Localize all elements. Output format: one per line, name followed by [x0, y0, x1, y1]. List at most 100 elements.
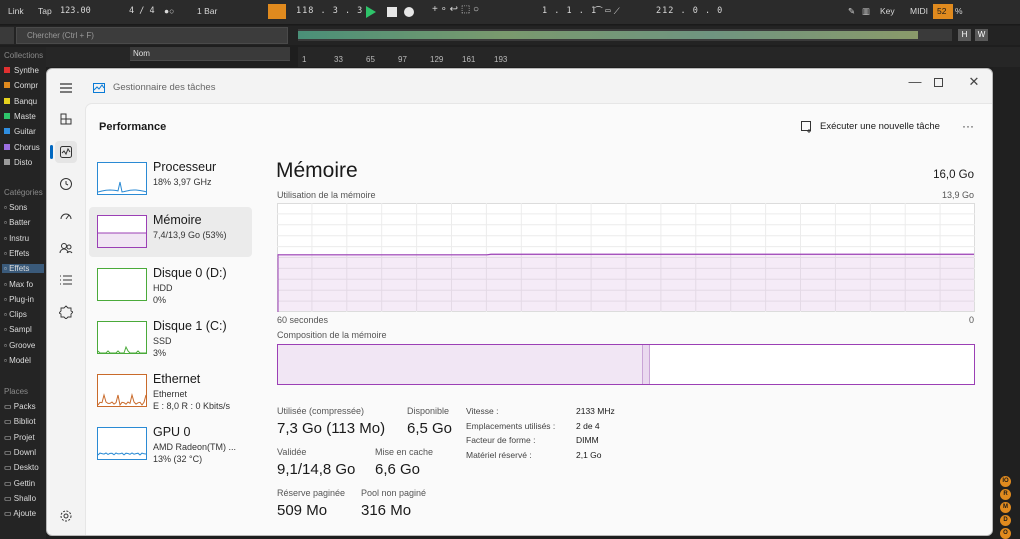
place-item[interactable]: ▭ Gettin [4, 479, 35, 488]
category-item[interactable]: ▫ Clips [4, 310, 27, 319]
maximize-button[interactable] [925, 72, 951, 92]
category-item[interactable]: ▫ Plug-in [4, 295, 34, 304]
track-badge[interactable]: D [1000, 515, 1011, 526]
detail-value: DIMM [576, 435, 599, 445]
play-icon[interactable] [366, 6, 376, 18]
cpu-thumbnail-line [98, 181, 146, 193]
loop-start-field[interactable]: 1 . 1 . 1 [542, 6, 597, 16]
detail-key: Emplacements utilisés : [466, 420, 556, 431]
place-item[interactable]: ▭ Bibliot [4, 417, 36, 426]
track-badge[interactable]: M [1000, 502, 1011, 513]
tap-button[interactable]: Tap [38, 6, 52, 16]
sidebar-item-memory[interactable]: Mémoire 7,4/13,9 Go (53%) [89, 207, 252, 257]
cached-value: 6,6 Go [375, 461, 421, 478]
place-label: Ajoute [13, 509, 37, 519]
quantize-select[interactable]: 1 Bar [197, 6, 217, 16]
folder-icon: ▭ [4, 463, 14, 473]
category-label: Batter [9, 218, 31, 228]
track-badge[interactable]: R [1000, 489, 1011, 500]
browser-toggle-icon[interactable] [0, 27, 14, 44]
page-title: Performance [99, 121, 167, 133]
category-item[interactable]: ▫ Modèl [4, 356, 31, 365]
category-label: Effets [9, 264, 30, 274]
link-button[interactable]: Link [8, 6, 24, 16]
collection-item[interactable]: Guitar [4, 127, 36, 136]
nav-services[interactable] [55, 301, 77, 323]
key-map-button[interactable]: Key [880, 6, 895, 16]
services-icon [59, 305, 73, 319]
folder-icon: ▭ [4, 417, 14, 427]
collection-item[interactable]: Disto [4, 158, 32, 167]
midi-map-button[interactable]: MIDI [910, 6, 928, 16]
available-label: Disponible [407, 406, 450, 416]
draw-mode-icon[interactable]: ✎ [848, 6, 855, 17]
place-item[interactable]: ▭ Deskto [4, 463, 39, 472]
run-new-task-button[interactable]: Exécuter une nouvelle tâche [801, 118, 951, 138]
loop-icon[interactable]: ⏜ ▭ ⟋ [594, 6, 620, 17]
more-options-button[interactable]: ··· [962, 119, 974, 133]
app-title: Gestionnaire des tâches [113, 82, 216, 93]
collection-item[interactable]: Banqu [4, 97, 37, 106]
collection-item[interactable]: Chorus [4, 143, 40, 152]
browser-search-input[interactable]: Chercher (Ctrl + F) [16, 27, 288, 44]
nav-settings[interactable] [55, 505, 77, 527]
category-item[interactable]: ▫ Batter [4, 218, 30, 227]
composition-modified [643, 345, 651, 384]
time-signature-field[interactable]: 4 / 4 [129, 6, 155, 16]
nav-users[interactable] [55, 237, 77, 259]
sidebar-item-cpu[interactable]: Processeur 18% 3,97 GHz [89, 154, 252, 204]
navigation-rail [47, 69, 85, 535]
category-item[interactable]: ▫ Effets [2, 264, 44, 274]
follow-button[interactable] [268, 4, 286, 19]
arrangement-position[interactable]: 118 . 3 . 3 [296, 6, 363, 16]
loop-length-field[interactable]: 212 . 0 . 0 [656, 6, 723, 16]
collection-label: Guitar [14, 127, 36, 137]
nav-details[interactable] [55, 269, 77, 291]
category-item[interactable]: ▫ Groove [4, 341, 35, 350]
category-item[interactable]: ▫ Sons [4, 203, 27, 212]
performance-icon [60, 146, 72, 158]
nav-active-indicator [50, 145, 53, 159]
keyboard-icon[interactable]: ▥ [862, 6, 871, 17]
overdub-icon[interactable]: + ∘ ↩ ⬚ ○ [432, 4, 479, 15]
hamburger-menu-button[interactable] [55, 77, 77, 99]
w-button[interactable]: W [975, 29, 988, 41]
sidebar-item-gpu[interactable]: GPU 0 AMD Radeon(TM) ... 13% (32 °C) [89, 419, 252, 469]
collection-color-swatch [4, 158, 10, 165]
name-column-label: Nom [133, 49, 150, 58]
title-bar[interactable]: Gestionnaire des tâches — ✕ [47, 69, 992, 103]
nav-startup-apps[interactable] [55, 205, 77, 227]
nav-app-history[interactable] [55, 173, 77, 195]
collection-item[interactable]: Compr [4, 81, 38, 90]
sidebar-item-subtitle: SSD [153, 336, 172, 346]
track-badge[interactable]: O [1000, 528, 1011, 539]
category-item[interactable]: ▫ Sampl [4, 325, 32, 334]
collection-item[interactable]: Maste [4, 112, 36, 121]
metronome-icon[interactable]: ●○ [164, 6, 174, 16]
track-badge[interactable]: IO [1000, 476, 1011, 487]
sidebar-item-ethernet[interactable]: Ethernet Ethernet E : 8,0 R : 0 Kbits/s [89, 366, 252, 416]
sidebar-item-subtitle: AMD Radeon(TM) ... [153, 442, 237, 452]
stop-icon[interactable] [387, 7, 397, 17]
category-item[interactable]: ▫ Effets [4, 249, 29, 258]
place-item[interactable]: ▭ Ajoute [4, 509, 36, 518]
sidebar-item-disk0[interactable]: Disque 0 (D:) HDD 0% [89, 260, 252, 310]
arrangement-ruler[interactable]: 1 33 65 97 129 161 193 [298, 47, 1020, 67]
h-button[interactable]: H [958, 29, 971, 41]
collection-item[interactable]: Synthe [4, 66, 39, 75]
record-icon[interactable] [404, 7, 414, 17]
category-item[interactable]: ▫ Max fo [4, 280, 33, 289]
detail-value: 2 de 4 [576, 420, 600, 431]
name-column-header[interactable]: Nom [130, 47, 290, 61]
nav-processes[interactable] [55, 108, 77, 130]
place-item[interactable]: ▭ Packs [4, 402, 36, 411]
category-item[interactable]: ▫ Instru [4, 234, 29, 243]
place-item[interactable]: ▭ Projet [4, 433, 35, 442]
nav-performance[interactable] [55, 141, 77, 163]
tempo-field[interactable]: 123.00 [60, 6, 91, 16]
sidebar-item-disk1[interactable]: Disque 1 (C:) SSD 3% [89, 313, 252, 363]
overview-track[interactable] [298, 29, 952, 41]
place-item[interactable]: ▭ Shallo [4, 494, 36, 503]
close-button[interactable]: ✕ [961, 72, 987, 92]
place-item[interactable]: ▭ Downl [4, 448, 36, 457]
